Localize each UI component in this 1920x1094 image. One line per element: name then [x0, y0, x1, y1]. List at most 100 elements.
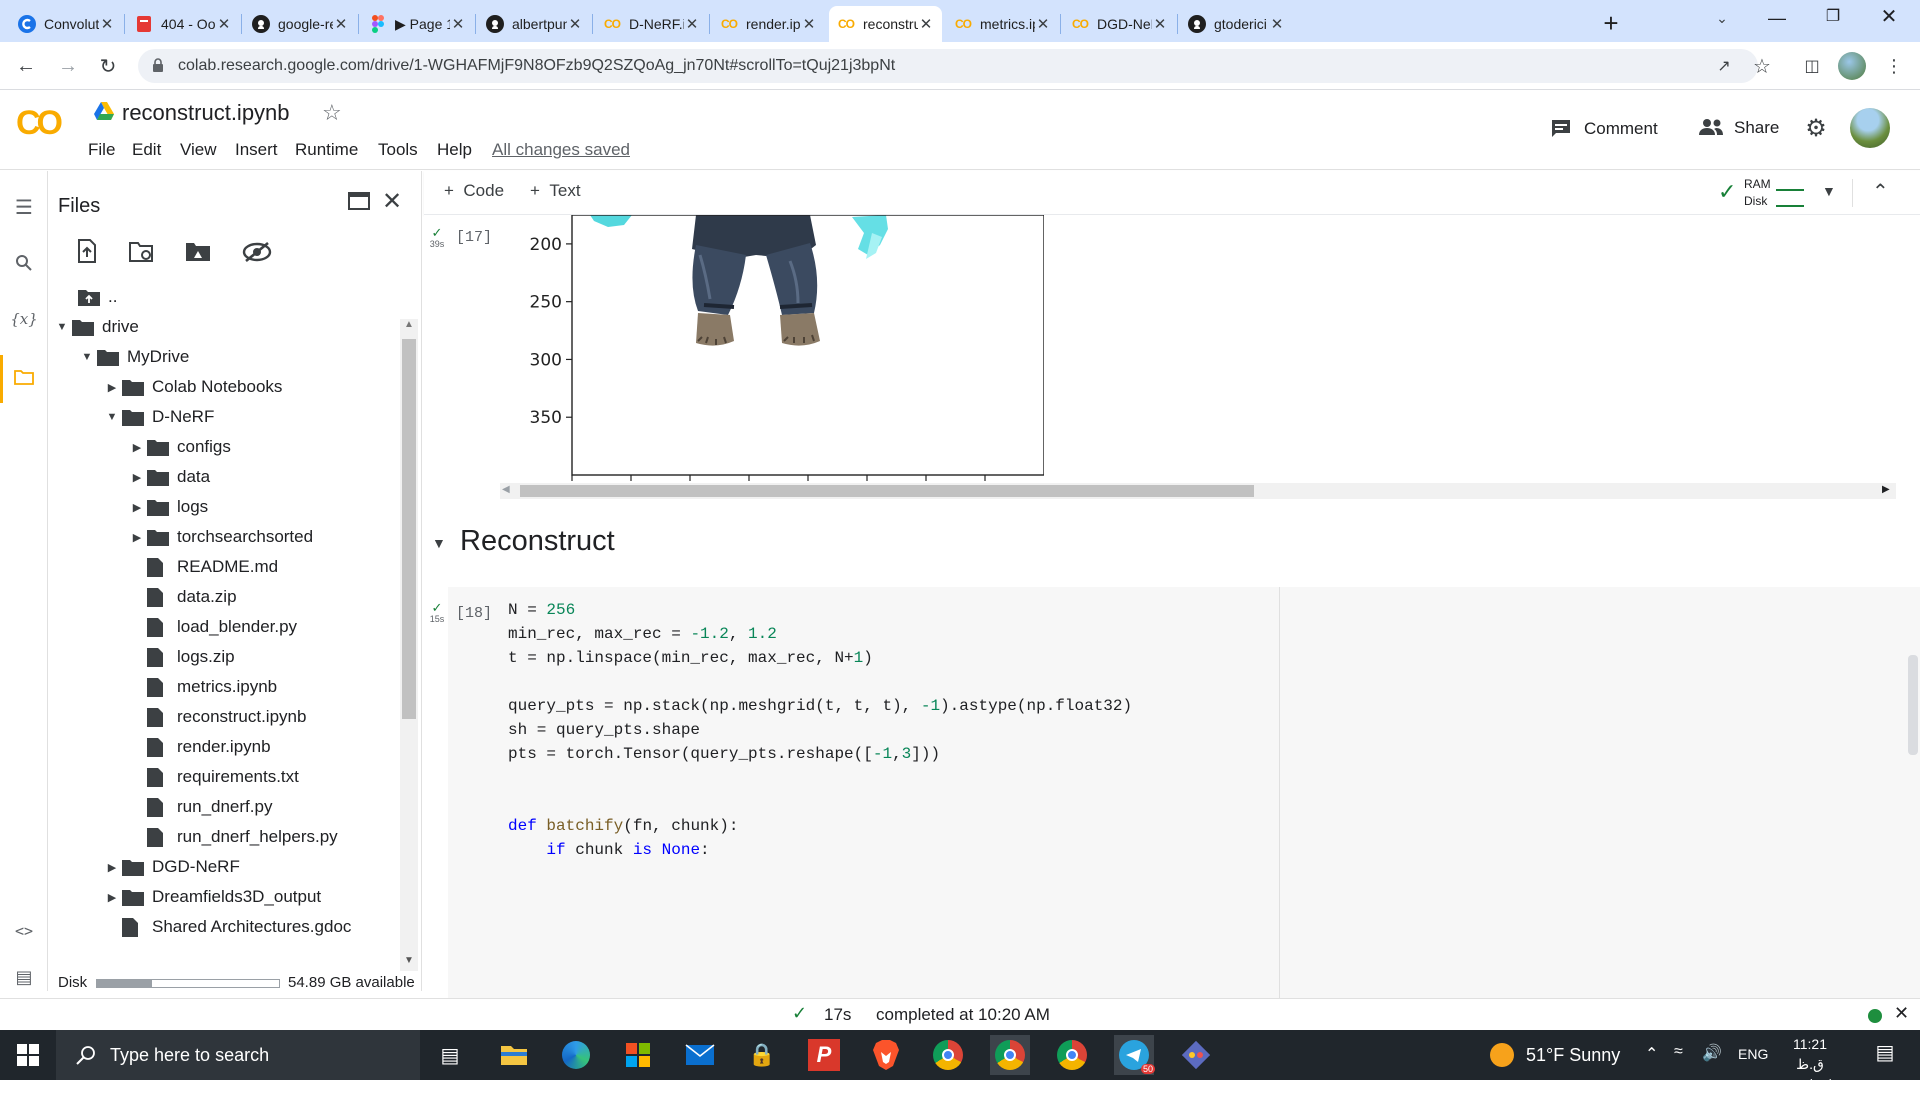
- language-indicator[interactable]: ENG: [1738, 1046, 1768, 1062]
- menu-tools[interactable]: Tools: [378, 140, 418, 160]
- notifications-icon[interactable]: ▤: [1870, 1040, 1900, 1070]
- expand-arrow-icon[interactable]: ▶: [102, 381, 122, 394]
- forward-button[interactable]: →: [54, 52, 82, 80]
- chrome-icon[interactable]: [990, 1035, 1030, 1075]
- close-tab-icon[interactable]: ✕: [99, 15, 115, 33]
- browser-tab[interactable]: Convoluti ✕: [10, 6, 123, 42]
- browser-tab[interactable]: 404 - Oo ✕: [127, 6, 240, 42]
- browser-tab[interactable]: ▶ Page 1 ✕: [361, 6, 474, 42]
- close-panel-icon[interactable]: ✕: [382, 187, 402, 216]
- section-collapse-icon[interactable]: ▼: [432, 535, 446, 551]
- notebook-title[interactable]: reconstruct.ipynb: [122, 100, 290, 126]
- files-scrollbar-thumb[interactable]: [402, 339, 416, 719]
- runtime-dropdown-icon[interactable]: ▼: [1822, 183, 1836, 199]
- search-icon[interactable]: [10, 249, 38, 277]
- browser-tab[interactable]: albertpun ✕: [478, 6, 591, 42]
- side-panel-icon[interactable]: ◫: [1798, 52, 1826, 80]
- close-status-icon[interactable]: ✕: [1894, 1003, 1909, 1024]
- table-of-contents-icon[interactable]: ☰: [10, 193, 38, 221]
- tree-folder[interactable]: ▼ MyDrive: [77, 343, 190, 371]
- hide-files-icon[interactable]: [242, 241, 272, 265]
- close-tab-icon[interactable]: ✕: [1035, 15, 1051, 33]
- close-tab-icon[interactable]: ✕: [684, 15, 700, 33]
- add-text-button[interactable]: + Text: [530, 181, 581, 201]
- tree-folder[interactable]: ▼ drive: [52, 313, 139, 341]
- tree-folder[interactable]: ▶ configs: [127, 433, 231, 461]
- refresh-folder-icon[interactable]: [128, 241, 156, 265]
- tree-file[interactable]: render.ipynb: [127, 733, 271, 761]
- tab-search-icon[interactable]: ⌄: [1710, 10, 1734, 34]
- collapse-arrow-icon[interactable]: ▼: [102, 411, 122, 423]
- tree-folder[interactable]: ▶ Colab Notebooks: [102, 373, 283, 401]
- expand-arrow-icon[interactable]: ▶: [127, 471, 147, 484]
- tree-file[interactable]: logs.zip: [127, 643, 235, 671]
- bookmark-star-icon[interactable]: ☆: [1748, 52, 1776, 80]
- tree-file[interactable]: README.md: [127, 553, 278, 581]
- open-in-tab-icon[interactable]: [348, 191, 372, 213]
- close-tab-icon[interactable]: ✕: [450, 15, 466, 33]
- back-button[interactable]: ←: [12, 52, 40, 80]
- tree-folder[interactable]: ▼ D-NeRF: [102, 403, 215, 431]
- cell-18-run-status[interactable]: ✓ 15s: [426, 601, 448, 624]
- menu-file[interactable]: File: [88, 140, 115, 160]
- tree-file[interactable]: reconstruct.ipynb: [127, 703, 306, 731]
- tree-file[interactable]: data.zip: [127, 583, 237, 611]
- tree-folder[interactable]: ▶ data: [127, 463, 210, 491]
- close-tab-icon[interactable]: ✕: [1269, 15, 1285, 33]
- command-palette-icon[interactable]: ▤: [10, 963, 38, 991]
- taskbar-search-box[interactable]: Type here to search: [56, 1030, 420, 1080]
- expand-arrow-icon[interactable]: ▶: [127, 531, 147, 544]
- output-hscrollbar[interactable]: ◀ ▶: [500, 483, 1896, 499]
- brave-icon[interactable]: [866, 1035, 906, 1075]
- close-tab-icon[interactable]: ✕: [216, 15, 232, 33]
- add-code-button[interactable]: + Code: [444, 181, 504, 201]
- tree-file[interactable]: load_blender.py: [127, 613, 297, 641]
- colab-logo[interactable]: CO: [16, 104, 72, 144]
- browser-tab[interactable]: CO DGD-NeF✕: [1063, 6, 1176, 42]
- browser-tab[interactable]: CO render.ip ✕: [712, 6, 825, 42]
- chrome-icon[interactable]: [928, 1035, 968, 1075]
- p-app-icon[interactable]: P: [804, 1035, 844, 1075]
- cell-18-editor[interactable]: N = 256 min_rec, max_rec = -1.2, 1.2 t =…: [500, 587, 1280, 1000]
- git-app-icon[interactable]: [1176, 1035, 1216, 1075]
- weather-widget[interactable]: 51°F Sunny: [1490, 1030, 1620, 1080]
- restore-button[interactable]: ❐: [1818, 6, 1848, 30]
- profile-avatar[interactable]: [1838, 52, 1866, 80]
- account-avatar[interactable]: [1850, 108, 1890, 148]
- save-status[interactable]: All changes saved: [492, 140, 630, 160]
- task-view-icon[interactable]: ▤: [430, 1035, 470, 1075]
- notebook-scrollbar-thumb[interactable]: [1908, 655, 1918, 755]
- folder-icon[interactable]: [10, 363, 38, 391]
- chrome-icon[interactable]: [1052, 1035, 1092, 1075]
- share-button[interactable]: Share: [1698, 118, 1779, 138]
- resources-indicator[interactable]: RAM Disk: [1744, 175, 1808, 211]
- star-icon[interactable]: ☆: [322, 100, 342, 126]
- tree-file[interactable]: run_dnerf.py: [127, 793, 272, 821]
- collapse-arrow-icon[interactable]: ▼: [77, 351, 97, 363]
- windows-start-icon[interactable]: [8, 1035, 48, 1075]
- close-tab-icon[interactable]: ✕: [918, 15, 934, 33]
- browser-tab[interactable]: google-re ✕: [244, 6, 357, 42]
- expand-arrow-icon[interactable]: ▶: [127, 501, 147, 514]
- upload-file-icon[interactable]: [76, 239, 100, 265]
- files-scrollbar[interactable]: ▲ ▼: [400, 319, 418, 971]
- volume-icon[interactable]: 🔊: [1702, 1043, 1722, 1063]
- close-tab-icon[interactable]: ✕: [801, 15, 817, 33]
- menu-edit[interactable]: Edit: [132, 140, 161, 160]
- menu-help[interactable]: Help: [437, 140, 472, 160]
- tree-file[interactable]: run_dnerf_helpers.py: [127, 823, 338, 851]
- browser-tab[interactable]: CO metrics.ip ✕: [946, 6, 1059, 42]
- share-page-icon[interactable]: ↗: [1710, 52, 1738, 80]
- browser-menu-icon[interactable]: ⋮: [1880, 52, 1908, 80]
- close-tab-icon[interactable]: ✕: [1152, 15, 1168, 33]
- new-tab-button[interactable]: +: [1596, 8, 1626, 38]
- telegram-icon[interactable]: 50: [1114, 1035, 1155, 1075]
- output-hscrollbar-thumb[interactable]: [520, 485, 1254, 497]
- tree-file[interactable]: Shared Architectures.gdoc: [102, 913, 351, 941]
- file-explorer-icon[interactable]: [494, 1035, 534, 1075]
- tree-file[interactable]: metrics.ipynb: [127, 673, 277, 701]
- tree-file[interactable]: requirements.txt: [127, 763, 299, 791]
- menu-view[interactable]: View: [180, 140, 217, 160]
- browser-tab[interactable]: gtoderici ✕: [1180, 6, 1293, 42]
- tree-folder[interactable]: ▶ torchsearchsorted: [127, 523, 313, 551]
